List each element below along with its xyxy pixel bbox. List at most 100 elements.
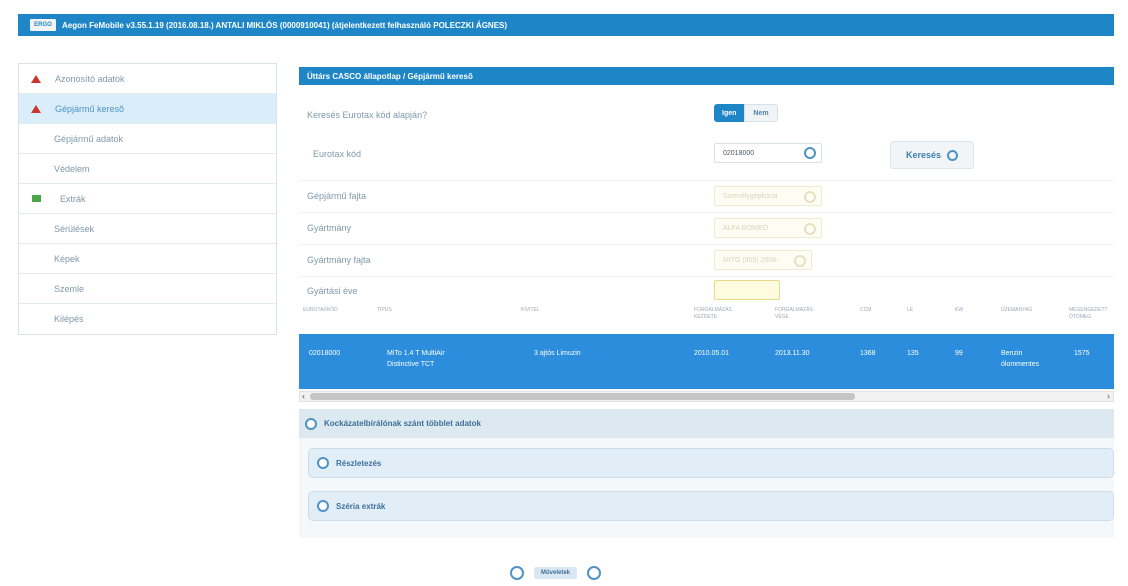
vehicle-type-row: Gépjármű fajta Személygépkocsi <box>299 180 1114 210</box>
sidebar-item-label: Extrák <box>60 193 86 204</box>
app-title: Aegon FeMobile v3.55.1.19 (2016.08.18.) … <box>62 20 508 30</box>
actions-button[interactable]: Műveletek <box>534 567 578 579</box>
details-accordion[interactable]: Részletezés <box>308 448 1114 478</box>
sidebar-item-label: Kilépés <box>54 314 84 324</box>
cell-eurotax: 02018000 <box>309 350 341 357</box>
warning-triangle-icon <box>31 74 41 83</box>
cell-fuel-line2: ólommentes <box>1001 361 1040 368</box>
previous-circle-icon[interactable] <box>510 566 524 580</box>
scroll-left-arrow-icon[interactable]: ‹ <box>302 391 305 401</box>
accordion-title: Kockázatelbírálónak szánt többlet adatok <box>324 419 481 428</box>
cell-fuel-line1: Benzin <box>1001 350 1023 357</box>
eurotax-toggle: Igen Nem <box>714 104 778 122</box>
ok-square-icon <box>32 195 41 202</box>
column-header[interactable]: FORGALMAZÁS KEZDETE <box>694 307 734 321</box>
warning-triangle-icon <box>31 104 41 113</box>
toggle-no-button[interactable]: Nem <box>744 104 778 122</box>
year-input[interactable] <box>714 280 780 300</box>
cell-fuel: Benzin ólommentes <box>1001 348 1039 370</box>
bottom-navigation: Műveletek <box>510 566 602 580</box>
next-circle-icon[interactable] <box>587 566 602 580</box>
column-header[interactable]: LE <box>907 307 913 314</box>
sidebar-item-label: Sérülések <box>54 223 95 234</box>
table-row[interactable]: 02018000 MiTo 1.4 T MultiAir Distinctive… <box>299 334 1114 389</box>
extra-data-section: Kockázatelbírálónak szánt többlet adatok… <box>299 409 1114 538</box>
sidebar-item-label: Gépjármű adatok <box>54 133 124 144</box>
column-header[interactable]: MEGENGEDETT ÖTOMEG <box>1069 307 1111 321</box>
sidebar-item-vedelem[interactable]: Védelem <box>19 154 276 184</box>
sidebar-item-kilepes[interactable]: Kilépés <box>19 304 276 334</box>
eurotax-question-label: Keresés Eurotax kód alapján? <box>307 110 428 120</box>
search-button[interactable]: Keresés <box>890 141 974 169</box>
dropdown-circle-icon <box>794 255 806 267</box>
model-value: MITO (955) 2008- <box>723 256 779 264</box>
model-label: Gyártmány fajta <box>307 254 371 265</box>
vehicle-type-label: Gépjármű fajta <box>307 190 367 201</box>
sidebar-item-azonosito-adatok[interactable]: Azonosító adatok <box>19 64 276 94</box>
search-circle-icon <box>947 149 959 161</box>
blank-icon <box>31 254 40 263</box>
column-header[interactable]: CCM <box>860 307 871 314</box>
table-horizontal-scrollbar[interactable]: ‹ › <box>299 391 1114 402</box>
toggle-yes-button[interactable]: Igen <box>714 104 745 122</box>
expand-circle-icon <box>317 500 329 512</box>
cell-type: MiTo 1.4 T MultiAir Distinctive TCT <box>387 348 445 370</box>
year-row: Gyártási éve <box>299 276 1114 304</box>
vehicle-type-value: Személygépkocsi <box>723 192 778 200</box>
column-header[interactable]: ÜZEMANYAG <box>1001 307 1032 314</box>
blank-icon <box>31 284 40 293</box>
results-table-header: EUROTAXKÓD TÍPUS KIVITEL FORGALMAZÁS KEZ… <box>299 305 1114 333</box>
column-header[interactable]: KIVITEL <box>521 307 540 314</box>
column-header[interactable]: KW <box>955 307 963 314</box>
make-value: ALFA ROMEO <box>723 224 769 232</box>
sidebar-item-serulesek[interactable]: Sérülések <box>19 214 276 244</box>
search-button-label: Keresés <box>905 150 942 160</box>
model-row: Gyártmány fajta MITO (955) 2008- <box>299 244 1114 274</box>
column-header[interactable]: FORGALMAZÁS VÉGE <box>775 307 815 321</box>
blank-icon <box>31 164 40 173</box>
cell-le: 135 <box>907 350 919 357</box>
scroll-right-arrow-icon[interactable]: › <box>1107 391 1110 401</box>
company-logo: ERGO <box>30 19 56 31</box>
series-extras-accordion[interactable]: Széria extrák <box>308 491 1114 521</box>
blank-icon <box>31 134 40 143</box>
panel-title: Üttárs CASCO állapotlap / Gépjármű keres… <box>299 67 1114 85</box>
cell-ccm: 1368 <box>860 350 876 357</box>
cell-type-line2: Distinctive TCT <box>387 361 435 368</box>
sidebar-item-label: Szemle <box>54 283 85 294</box>
column-header[interactable]: TÍPUS <box>377 307 392 314</box>
sidebar-item-label: Gépjármű keresõ <box>55 103 125 114</box>
blank-icon <box>31 224 40 233</box>
scrollbar-thumb[interactable] <box>310 393 855 400</box>
cell-end: 2013.11.30 <box>775 350 810 357</box>
year-label: Gyártási éve <box>307 285 358 296</box>
cell-kw: 99 <box>955 350 963 357</box>
eurotax-code-value: 02018000 <box>723 149 755 157</box>
risk-assessment-accordion[interactable]: Kockázatelbírálónak szánt többlet adatok <box>299 409 1114 438</box>
accordion-title: Széria extrák <box>336 501 386 511</box>
sidebar-item-szemle[interactable]: Szemle <box>19 274 276 304</box>
expand-circle-icon <box>317 457 329 469</box>
eurotax-code-label: Eurotax kód <box>313 149 362 159</box>
dropdown-circle-icon <box>804 191 816 203</box>
eurotax-question-row: Keresés Eurotax kód alapján? Igen Nem <box>299 104 1114 126</box>
cell-type-line1: MiTo 1.4 T MultiAir <box>387 350 445 357</box>
sidebar-item-label: Képek <box>54 253 80 264</box>
make-row: Gyártmány ALFA ROMEO <box>299 212 1114 242</box>
accordion-title: Részletezés <box>336 458 382 468</box>
column-header[interactable]: EUROTAXKÓD <box>303 307 338 314</box>
cell-weight: 1575 <box>1074 350 1090 357</box>
sidebar-item-gepjarmu-adatok[interactable]: Gépjármű adatok <box>19 124 276 154</box>
sidebar-item-label: Védelem <box>54 163 90 174</box>
sidebar-item-label: Azonosító adatok <box>55 73 125 84</box>
blank-icon <box>31 315 40 324</box>
collapse-circle-icon <box>305 417 317 430</box>
cell-start: 2010.05.01 <box>694 350 730 357</box>
sidebar-item-kepek[interactable]: Képek <box>19 244 276 274</box>
sidebar-item-extrak[interactable]: Extrák <box>19 184 276 214</box>
make-label: Gyártmány <box>307 222 352 233</box>
sidebar-item-gepjarmu-kereso[interactable]: Gépjármű keresõ <box>19 94 276 124</box>
eurotax-code-row: Eurotax kód 02018000 Keresés <box>299 139 1114 169</box>
search-circle-icon[interactable] <box>804 147 816 159</box>
dropdown-circle-icon <box>804 223 816 235</box>
